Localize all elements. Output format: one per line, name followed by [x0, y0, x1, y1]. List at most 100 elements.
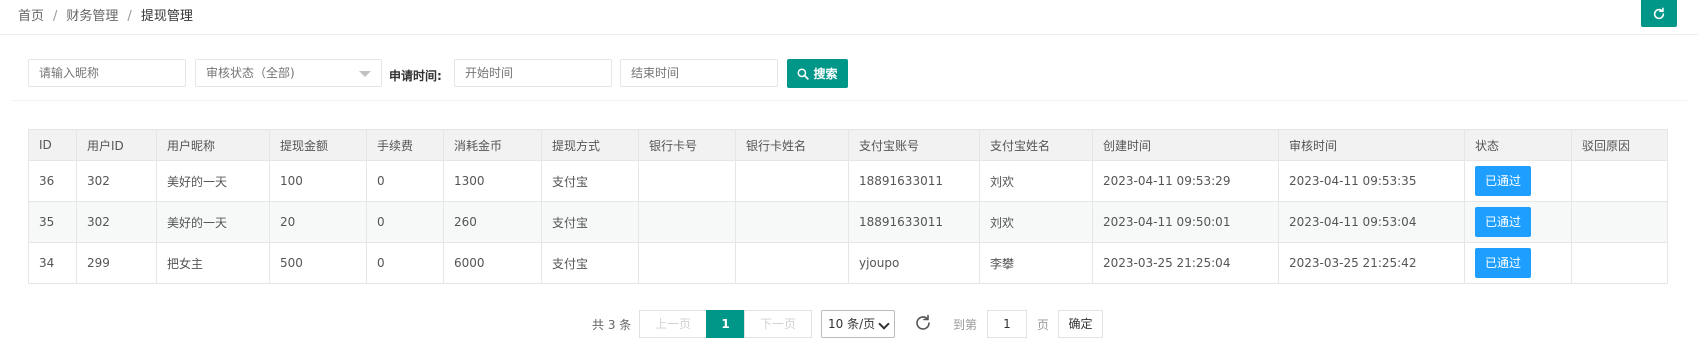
- page-size-select[interactable]: 10 条/页: [821, 310, 895, 338]
- column-header: 支付宝账号: [848, 129, 980, 161]
- table-cell: yjoupo: [848, 242, 980, 284]
- table-row: 34 299 把女主 500 0 6000 支付宝 yjoupo 李攀 2023-03-25 21…: [28, 242, 1668, 284]
- table-cell: 36: [28, 160, 77, 202]
- apply-time-label: 申请时间:: [389, 69, 442, 83]
- status-select[interactable]: 审核状态（全部): [195, 59, 382, 87]
- refresh-icon: [1653, 7, 1665, 19]
- table-cell: 2023-04-11 09:53:04: [1278, 201, 1465, 243]
- column-header: 用户昵称: [156, 129, 270, 161]
- column-header: 支付宝姓名: [979, 129, 1093, 161]
- current-page-button[interactable]: 1: [706, 310, 745, 338]
- table-cell: 2023-04-11 09:53:29: [1092, 160, 1279, 202]
- table-cell: [735, 242, 849, 284]
- column-header: 用户ID: [76, 129, 157, 161]
- table-cell: 260: [443, 201, 542, 243]
- refresh-icon: [916, 314, 930, 330]
- table-cell: 34: [28, 242, 77, 284]
- table-cell: 刘欢: [979, 201, 1093, 243]
- table-cell: 已通过: [1464, 160, 1572, 202]
- table-cell: [638, 160, 736, 202]
- column-header: ID: [28, 129, 77, 161]
- search-button-label: 搜索: [813, 67, 838, 81]
- pagination-total: 共 3 条: [592, 318, 632, 332]
- breadcrumb-current: 提现管理: [140, 9, 193, 24]
- table-cell: [638, 242, 736, 284]
- table-cell: 302: [76, 201, 157, 243]
- goto-confirm-button[interactable]: 确定: [1058, 310, 1103, 338]
- table-cell: [638, 201, 736, 243]
- table-cell: 500: [269, 242, 367, 284]
- table-cell: 美好的一天: [156, 201, 270, 243]
- start-time-input[interactable]: [454, 59, 612, 87]
- next-page-button[interactable]: 下一页: [744, 310, 812, 338]
- table-cell: 2023-03-25 21:25:04: [1092, 242, 1279, 284]
- table-row: 35 302 美好的一天 20 0 260 支付宝 18891633011 刘欢 2023-04-…: [28, 201, 1668, 243]
- column-header: 银行卡号: [638, 129, 736, 161]
- breadcrumb: 首页 / 财务管理 / 提现管理: [18, 5, 193, 24]
- table-cell: 18891633011: [848, 201, 980, 243]
- table-cell: 1300: [443, 160, 542, 202]
- breadcrumb-separator: /: [53, 9, 58, 24]
- table-cell: 6000: [443, 242, 542, 284]
- end-time-input[interactable]: [620, 59, 778, 87]
- table-cell: 李攀: [979, 242, 1093, 284]
- column-header: 提现方式: [541, 129, 639, 161]
- table-cell: 35: [28, 201, 77, 243]
- page-unit-label: 页: [1037, 318, 1050, 332]
- table-cell: 支付宝: [541, 242, 639, 284]
- table-cell: 支付宝: [541, 160, 639, 202]
- chevron-down-icon: [878, 318, 890, 330]
- nickname-search-input[interactable]: [28, 59, 186, 87]
- column-header: 审核时间: [1278, 129, 1465, 161]
- search-icon: [798, 68, 810, 80]
- column-header: 状态: [1464, 129, 1572, 161]
- table-cell: 100: [269, 160, 367, 202]
- column-header: 消耗金币: [443, 129, 542, 161]
- table-cell: 0: [366, 242, 444, 284]
- caret-down-icon: [359, 71, 371, 77]
- table-cell: 0: [366, 160, 444, 202]
- column-header: 创建时间: [1092, 129, 1279, 161]
- column-header: 提现金额: [269, 129, 367, 161]
- column-header: 手续费: [366, 129, 444, 161]
- refresh-page-button[interactable]: [1641, 0, 1677, 27]
- table-cell: 299: [76, 242, 157, 284]
- goto-page-input[interactable]: 1: [987, 310, 1027, 338]
- column-header: 驳回原因: [1571, 129, 1668, 161]
- status-badge[interactable]: 已通过: [1475, 166, 1531, 196]
- breadcrumb-section[interactable]: 财务管理: [66, 9, 118, 24]
- table-cell: [735, 160, 849, 202]
- table-cell: 0: [366, 201, 444, 243]
- table-cell: 2023-04-11 09:53:35: [1278, 160, 1465, 202]
- table-cell: 20: [269, 201, 367, 243]
- table-body: 36 302 美好的一天 100 0 1300 支付宝 18891633011 刘欢 2023-0…: [28, 160, 1668, 284]
- withdrawal-table: ID 用户ID 用户昵称 提现金额 手续费 消耗金币 提现方式 银行卡号 银行卡姓名 支付宝账号支…: [28, 129, 1668, 284]
- table-header-row: ID 用户ID 用户昵称 提现金额 手续费 消耗金币 提现方式 银行卡号 银行卡姓名 支付宝账号支…: [28, 129, 1668, 161]
- breadcrumb-separator: /: [127, 9, 132, 24]
- table-cell: 2023-04-11 09:50:01: [1092, 201, 1279, 243]
- status-badge[interactable]: 已通过: [1475, 207, 1531, 237]
- table-cell: 美好的一天: [156, 160, 270, 202]
- table-cell: 已通过: [1464, 201, 1572, 243]
- pagination-refresh-button[interactable]: [913, 313, 935, 335]
- prev-page-button[interactable]: 上一页: [639, 310, 707, 338]
- table-cell: 2023-03-25 21:25:42: [1278, 242, 1465, 284]
- table-row: 36 302 美好的一天 100 0 1300 支付宝 18891633011 刘欢 2023-0…: [28, 160, 1668, 202]
- table-cell: 已通过: [1464, 242, 1572, 284]
- table-cell: [1571, 242, 1668, 284]
- status-badge[interactable]: 已通过: [1475, 248, 1531, 278]
- table-cell: 18891633011: [848, 160, 980, 202]
- table-cell: 把女主: [156, 242, 270, 284]
- goto-label: 到第: [953, 318, 978, 332]
- table-cell: [1571, 160, 1668, 202]
- table-cell: 302: [76, 160, 157, 202]
- table-cell: [735, 201, 849, 243]
- status-select-value: 审核状态（全部): [206, 66, 295, 80]
- table-cell: [1571, 201, 1668, 243]
- page-size-value: 10 条/页: [828, 317, 876, 331]
- top-bar: 首页 / 财务管理 / 提现管理: [0, 0, 1698, 35]
- breadcrumb-home[interactable]: 首页: [18, 9, 44, 24]
- table-cell: 刘欢: [979, 160, 1093, 202]
- column-header: 银行卡姓名: [735, 129, 849, 161]
- search-button[interactable]: 搜索: [787, 59, 848, 88]
